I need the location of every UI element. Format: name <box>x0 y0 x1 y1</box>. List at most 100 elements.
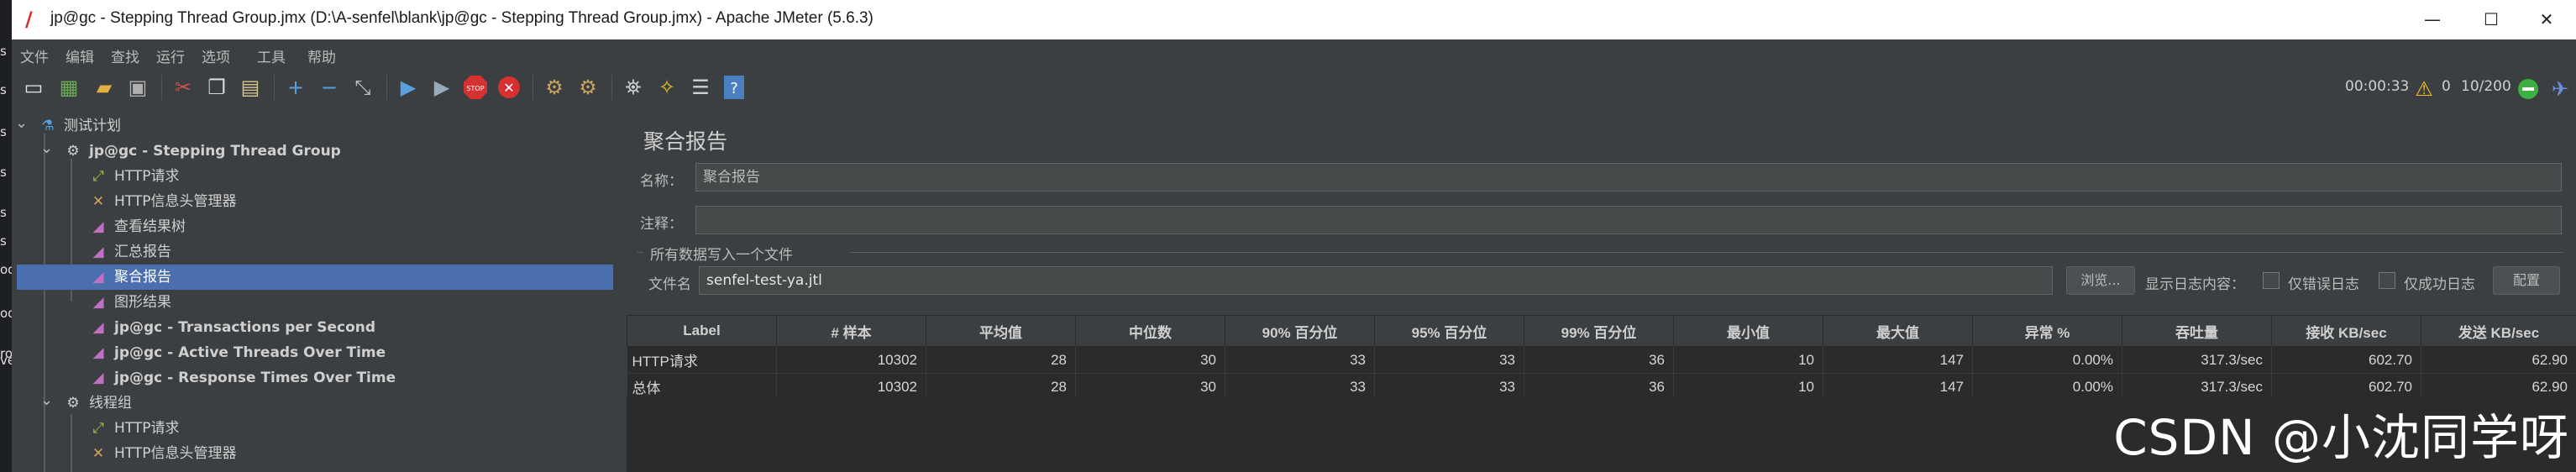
menu-search[interactable]: 查找 <box>111 45 139 66</box>
menu-tools[interactable]: 工具 <box>257 45 286 66</box>
tree-node-view-results-tree[interactable]: ◢ 查看结果树 <box>87 214 186 239</box>
chevron-down-icon[interactable]: ⌄ <box>40 139 53 157</box>
tree-node-graph-results[interactable]: ◢ 图形结果 <box>87 290 171 315</box>
strip-char: s <box>0 82 7 97</box>
listener-chart-icon: ◢ <box>92 218 104 235</box>
tree-node-test-plan[interactable]: ⚗ 测试计划 <box>37 113 121 139</box>
table-cell: 30 <box>1075 346 1225 374</box>
tree-node-summary-report[interactable]: ◢ 汇总报告 <box>87 239 171 265</box>
paste-icon[interactable]: ▤ <box>237 74 264 101</box>
toggle-icon[interactable]: ⤡ <box>349 74 376 101</box>
listener-chart-icon: ◢ <box>92 269 104 286</box>
success-only-label: 仅成功日志 <box>2404 276 2475 293</box>
table-cell: 147 <box>1823 346 1973 374</box>
split-pane-divider[interactable] <box>616 110 627 472</box>
remote-icon[interactable]: ✈ <box>2547 76 2573 102</box>
collapse-icon[interactable]: − <box>316 74 343 101</box>
copy-icon[interactable]: ❐ <box>203 74 230 101</box>
expand-icon[interactable]: + <box>282 74 309 101</box>
clear-all-icon[interactable]: ⚙ <box>574 74 601 101</box>
start-no-pause-icon[interactable]: ▶ <box>428 74 455 101</box>
listener-chart-icon: ◢ <box>92 244 104 260</box>
tree-node-response-times[interactable]: ◢ jp@gc - Response Times Over Time <box>87 365 396 391</box>
column-header[interactable]: 90% 百分位 <box>1225 315 1375 347</box>
column-header[interactable]: 平均值 <box>926 315 1076 347</box>
new-icon[interactable]: ▭ <box>20 74 47 101</box>
templates-icon[interactable]: ▦ <box>55 74 82 101</box>
help-icon[interactable]: ? <box>721 74 748 101</box>
maximize-button[interactable]: ☐ <box>2466 3 2516 35</box>
background-window-strip: s s s s s s od od ro ve <box>0 0 16 472</box>
browse-button[interactable]: 浏览... <box>2066 266 2135 295</box>
tree-node-aggregate-report[interactable]: ◢ 聚合报告 <box>17 265 613 290</box>
column-header[interactable]: Label <box>627 315 777 347</box>
column-header[interactable]: 95% 百分位 <box>1374 315 1524 347</box>
close-window-button[interactable]: ✕ <box>2521 3 2572 35</box>
minimize-button[interactable]: — <box>2407 3 2458 35</box>
toolbar: ▭ ▦ ▰ ▣ ✂ ❐ ▤ + − ⤡ ▶ ▶ STOP ✕ ⚙ ⚙ ⛯ ✧ ☰… <box>12 66 2576 111</box>
reset-search-icon[interactable]: ✧ <box>653 74 680 101</box>
menu-run[interactable]: 运行 <box>156 45 185 66</box>
configure-button[interactable]: 配置 <box>2493 266 2560 295</box>
window-title: jp@gc - Stepping Thread Group.jmx (D:\A-… <box>50 9 874 27</box>
menu-edit[interactable]: 编辑 <box>66 45 94 66</box>
menu-bar: 文件 编辑 查找 运行 选项 工具 帮助 <box>12 39 2576 66</box>
column-header[interactable]: 接收 KB/sec <box>2271 315 2421 347</box>
table-cell: 10 <box>1673 346 1823 374</box>
column-header[interactable]: 99% 百分位 <box>1524 315 1674 347</box>
test-plan-tree: ⌄ ⚗ 测试计划 ⌄ ⚙ jp@gc - Stepping Thread Group… <box>12 110 618 472</box>
table-cell: 602.70 <box>2271 346 2421 374</box>
open-icon[interactable]: ▰ <box>91 74 118 101</box>
menu-file[interactable]: 文件 <box>20 45 49 66</box>
page-title: 聚合报告 <box>643 129 728 154</box>
warning-count: 0 <box>2442 78 2451 95</box>
tree-node-tps[interactable]: ◢ jp@gc - Transactions per Second <box>87 315 375 340</box>
column-header[interactable]: 最大值 <box>1823 315 1973 347</box>
start-icon[interactable]: ▶ <box>395 74 422 101</box>
column-header[interactable]: 吞吐量 <box>2122 315 2272 347</box>
tree-node-header-manager-2[interactable]: ✕ HTTP信息头管理器 <box>87 441 237 466</box>
thread-group-gear-icon: ⚙ <box>66 143 80 160</box>
header-manager-icon: ✕ <box>92 445 105 462</box>
menu-options[interactable]: 选项 <box>202 45 230 66</box>
test-plan-icon: ⚗ <box>41 118 55 134</box>
thread-group-gear-icon: ⚙ <box>66 395 80 412</box>
table-cell: 0.00% <box>1972 346 2122 374</box>
svg-text:STOP: STOP <box>466 85 484 92</box>
tree-node-stepping-thread-group[interactable]: ⚙ jp@gc - Stepping Thread Group <box>62 139 340 164</box>
name-field[interactable]: 聚合报告 <box>695 163 2562 191</box>
tree-node-http-request[interactable]: ⤢ HTTP请求 <box>87 164 179 189</box>
function-helper-icon[interactable]: ☰ <box>687 74 714 101</box>
strip-char: s <box>0 44 7 59</box>
table-cell: HTTP请求 <box>627 346 777 374</box>
tree-node-http-request-2[interactable]: ⤢ HTTP请求 <box>87 416 179 441</box>
stop-icon[interactable]: STOP <box>462 74 489 101</box>
tree-node-thread-group[interactable]: ⚙ 线程组 <box>62 391 132 416</box>
window-title-bar: / jp@gc - Stepping Thread Group.jmx (D:\… <box>12 0 2576 39</box>
errors-only-checkbox[interactable] <box>2263 272 2280 289</box>
filename-field[interactable]: senfel-test-ya.jtl <box>699 266 2053 295</box>
listener-chart-icon: ◢ <box>92 294 104 311</box>
column-header[interactable]: 中位数 <box>1075 315 1225 347</box>
column-header[interactable]: # 样本 <box>776 315 926 347</box>
elapsed-time: 00:00:33 <box>2345 78 2410 95</box>
table-cell: 33 <box>1374 346 1524 374</box>
success-only-checkbox[interactable] <box>2379 272 2395 289</box>
tree-node-header-manager[interactable]: ✕ HTTP信息头管理器 <box>87 189 237 214</box>
column-header[interactable]: 发送 KB/sec <box>2421 315 2576 347</box>
search-binoculars-icon[interactable]: ⛯ <box>620 74 647 101</box>
clear-icon[interactable]: ⚙ <box>541 74 568 101</box>
table-row[interactable]: HTTP请求 10302 28 30 33 33 36 10 147 0.00%… <box>627 346 2576 374</box>
menu-help[interactable]: 帮助 <box>307 45 336 66</box>
chevron-down-icon[interactable]: ⌄ <box>15 114 28 132</box>
comment-field[interactable] <box>695 206 2562 234</box>
shutdown-icon[interactable]: ✕ <box>496 74 522 101</box>
cut-icon[interactable]: ✂ <box>170 74 197 101</box>
strip-char: s <box>0 233 7 249</box>
tree-node-active-threads[interactable]: ◢ jp@gc - Active Threads Over Time <box>87 340 386 365</box>
warning-icon[interactable]: ⚠ <box>2411 76 2437 102</box>
save-icon[interactable]: ▣ <box>124 74 151 101</box>
chevron-down-icon[interactable]: ⌄ <box>40 391 53 409</box>
column-header[interactable]: 最小值 <box>1673 315 1823 347</box>
column-header[interactable]: 异常 % <box>1972 315 2122 347</box>
